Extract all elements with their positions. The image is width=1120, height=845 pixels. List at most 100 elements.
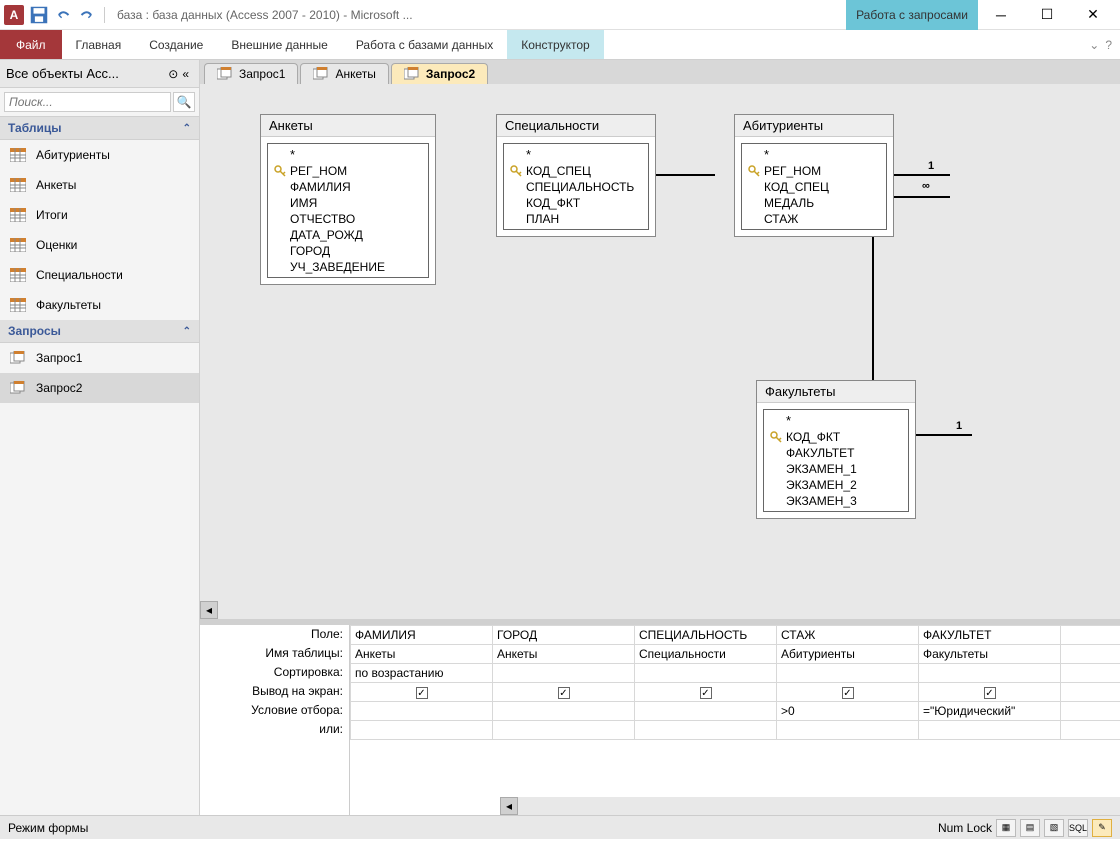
document-tab[interactable]: Запрос1 (204, 63, 298, 84)
field-star[interactable]: * (742, 146, 886, 163)
nav-item[interactable]: Запрос1 (0, 343, 199, 373)
nav-group-header[interactable]: Таблицы⌃ (0, 117, 199, 140)
ribbon-tab-create[interactable]: Создание (135, 30, 217, 59)
grid-cell[interactable]: Специальности (635, 645, 777, 664)
scroll-left-icon[interactable]: ◂ (500, 797, 518, 815)
field-star[interactable]: * (504, 146, 648, 163)
grid-cell[interactable]: ✓ (777, 683, 919, 702)
field-row[interactable]: ПЛАН (504, 211, 648, 227)
document-tab[interactable]: Анкеты (300, 63, 388, 84)
sql-view-button[interactable]: SQL (1068, 819, 1088, 837)
nav-collapse-icon[interactable]: « (178, 67, 193, 81)
ribbon-tab-external[interactable]: Внешние данные (217, 30, 342, 59)
grid-cell[interactable]: ✓ (919, 683, 1061, 702)
field-row[interactable]: КОД_ФКТ (764, 429, 908, 445)
horizontal-scrollbar[interactable]: ◂ ▸ (200, 601, 1120, 619)
grid-cell[interactable]: СТАЖ (777, 626, 919, 645)
help-icon[interactable]: ? (1105, 38, 1112, 52)
nav-item[interactable]: Оценки (0, 230, 199, 260)
grid-cell[interactable]: СПЕЦИАЛЬНОСТЬ (635, 626, 777, 645)
field-row[interactable]: КОД_СПЕЦ (504, 163, 648, 179)
grid-cell[interactable] (351, 721, 493, 740)
grid-cell[interactable] (493, 702, 635, 721)
grid-cell[interactable] (1061, 721, 1120, 740)
grid-cell[interactable]: ГОРОД (493, 626, 635, 645)
maximize-button[interactable]: ☐ (1024, 0, 1070, 30)
grid-cell[interactable] (919, 721, 1061, 740)
field-row[interactable]: МЕДАЛЬ (742, 195, 886, 211)
field-row[interactable]: ДАТА_РОЖД (268, 227, 428, 243)
document-tab[interactable]: Запрос2 (391, 63, 488, 84)
grid-cell[interactable]: Анкеты (351, 645, 493, 664)
checkbox[interactable]: ✓ (984, 687, 996, 699)
checkbox[interactable]: ✓ (700, 687, 712, 699)
nav-item[interactable]: Запрос2 (0, 373, 199, 403)
query-designer-diagram[interactable]: 1 1 1 ∞ 1 ∞ Анкеты *РЕГ_НОМФАМИЛИЯИМЯОТЧ… (200, 84, 1120, 619)
field-row[interactable]: СПЕЦИАЛЬНОСТЬ (504, 179, 648, 195)
field-star[interactable]: * (764, 412, 908, 429)
grid-cell[interactable]: ✓ (351, 683, 493, 702)
grid-cell[interactable]: по возрастанию (351, 664, 493, 683)
table-box-spec[interactable]: Специальности *КОД_СПЕЦСПЕЦИАЛЬНОСТЬКОД_… (496, 114, 656, 237)
nav-item[interactable]: Абитуриенты (0, 140, 199, 170)
nav-header[interactable]: Все объекты Acc... ⊙ « (0, 60, 199, 88)
grid-cell[interactable] (777, 721, 919, 740)
pivottable-view-button[interactable]: ▤ (1020, 819, 1040, 837)
design-view-button[interactable]: ✎ (1092, 819, 1112, 837)
grid-cell[interactable]: ✓ (493, 683, 635, 702)
checkbox[interactable]: ✓ (416, 687, 428, 699)
grid-cell[interactable] (1061, 664, 1120, 683)
nav-search-input[interactable] (4, 92, 171, 112)
nav-item[interactable]: Итоги (0, 200, 199, 230)
datasheet-view-button[interactable]: ▦ (996, 819, 1016, 837)
grid-cell[interactable] (635, 702, 777, 721)
field-row[interactable]: КОД_СПЕЦ (742, 179, 886, 195)
grid-cell[interactable] (1061, 626, 1120, 645)
grid-cell[interactable]: ✓ (635, 683, 777, 702)
nav-group-header[interactable]: Запросы⌃ (0, 320, 199, 343)
field-row[interactable]: ЭКЗАМЕН_1 (764, 461, 908, 477)
grid-cell[interactable]: ФАКУЛЬТЕТ (919, 626, 1061, 645)
field-row[interactable]: СТАЖ (742, 211, 886, 227)
ribbon-collapse-icon[interactable]: ⌄ (1089, 38, 1099, 52)
grid-cell[interactable] (1061, 702, 1120, 721)
save-icon[interactable] (28, 4, 50, 26)
ribbon-tab-dbtools[interactable]: Работа с базами данных (342, 30, 507, 59)
ribbon-tab-home[interactable]: Главная (62, 30, 136, 59)
field-row[interactable]: ФАКУЛЬТЕТ (764, 445, 908, 461)
field-row[interactable]: ИМЯ (268, 195, 428, 211)
ribbon-tab-design[interactable]: Конструктор (507, 30, 603, 59)
nav-item[interactable]: Анкеты (0, 170, 199, 200)
nav-item[interactable]: Факультеты (0, 290, 199, 320)
grid-cell[interactable] (1061, 645, 1120, 664)
grid-cell[interactable]: Абитуриенты (777, 645, 919, 664)
grid-cell[interactable] (635, 721, 777, 740)
grid-cell[interactable] (777, 664, 919, 683)
field-row[interactable]: КОД_ФКТ (504, 195, 648, 211)
field-row[interactable]: УЧ_ЗАВЕДЕНИЕ (268, 259, 428, 275)
table-box-fak[interactable]: Факультеты *КОД_ФКТФАКУЛЬТЕТЭКЗАМЕН_1ЭКЗ… (756, 380, 916, 519)
minimize-button[interactable]: ─ (978, 0, 1024, 30)
grid-horizontal-scrollbar[interactable]: ◂ ▸ (500, 797, 1120, 815)
nav-item[interactable]: Специальности (0, 260, 199, 290)
grid-cell[interactable] (493, 664, 635, 683)
grid-cell[interactable] (919, 664, 1061, 683)
field-row[interactable]: ЭКЗАМЕН_3 (764, 493, 908, 509)
search-icon[interactable]: 🔍 (173, 92, 195, 112)
grid-cell[interactable]: ="Юридический" (919, 702, 1061, 721)
field-row[interactable]: РЕГ_НОМ (742, 163, 886, 179)
redo-icon[interactable] (76, 4, 98, 26)
field-row[interactable]: ФАМИЛИЯ (268, 179, 428, 195)
scroll-left-icon[interactable]: ◂ (200, 601, 218, 619)
checkbox[interactable]: ✓ (842, 687, 854, 699)
file-tab[interactable]: Файл (0, 30, 62, 59)
grid-cell[interactable] (493, 721, 635, 740)
field-row[interactable]: ОТЧЕСТВО (268, 211, 428, 227)
pivotchart-view-button[interactable]: ▧ (1044, 819, 1064, 837)
table-box-ankety[interactable]: Анкеты *РЕГ_НОМФАМИЛИЯИМЯОТЧЕСТВОДАТА_РО… (260, 114, 436, 285)
grid-cell[interactable] (351, 702, 493, 721)
grid-cell[interactable]: >0 (777, 702, 919, 721)
undo-icon[interactable] (52, 4, 74, 26)
grid-cell[interactable] (635, 664, 777, 683)
close-button[interactable]: ✕ (1070, 0, 1116, 30)
